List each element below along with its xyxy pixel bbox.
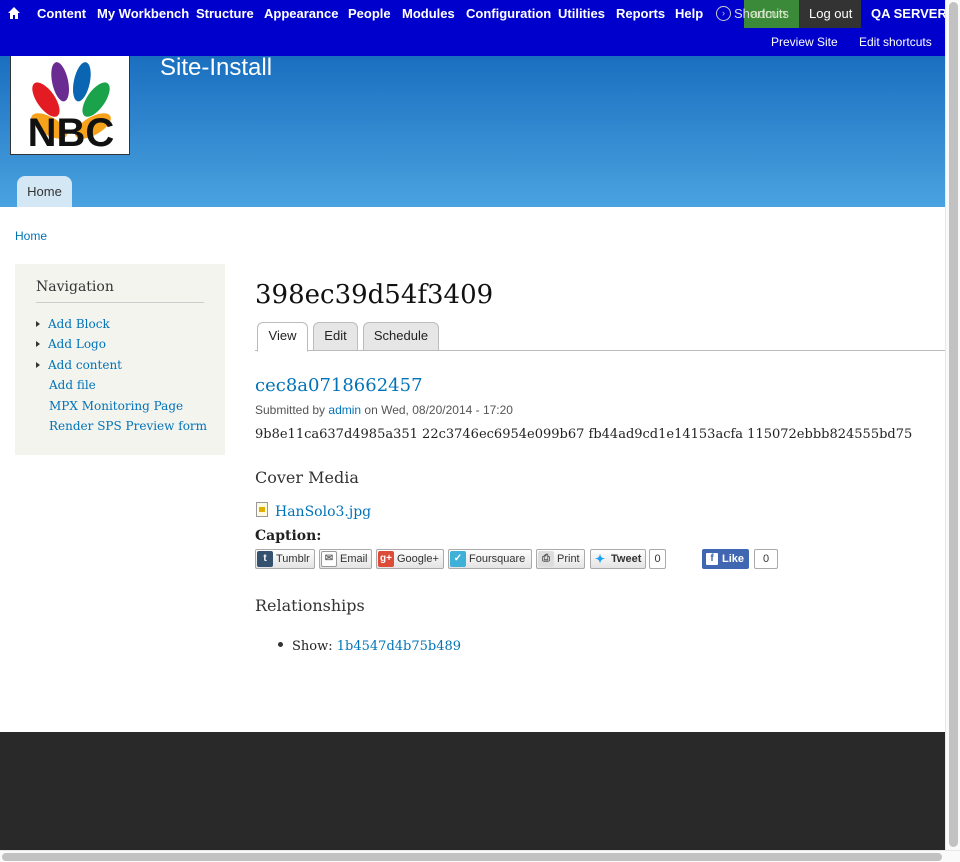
site-name[interactable]: Site-Install	[160, 54, 272, 82]
author-link[interactable]: admin	[328, 403, 361, 417]
horizontal-scrollbar-thumb[interactable]	[2, 853, 942, 861]
foursquare-icon: ✓	[450, 551, 466, 567]
file-link[interactable]: HanSolo3.jpg	[275, 504, 371, 520]
toolbar-content[interactable]: Content	[37, 0, 86, 28]
logout-link[interactable]: Log out	[809, 0, 852, 28]
toolbar-utilities[interactable]: Utilities	[558, 0, 605, 28]
toolbar-structure[interactable]: Structure	[196, 0, 254, 28]
site-logo[interactable]: NBC	[10, 56, 130, 155]
googleplus-icon: g+	[378, 551, 394, 567]
toolbar-admin-user[interactable]: admin	[751, 0, 786, 28]
nav-item-label[interactable]: MPX Monitoring Page	[49, 399, 183, 413]
tab-view[interactable]: View	[257, 322, 308, 352]
share-googleplus-button[interactable]: g+ Google+	[376, 549, 444, 569]
caption-label: Caption:	[255, 528, 322, 544]
image-file-icon	[256, 502, 268, 517]
email-icon: ✉	[321, 551, 337, 567]
shortcuts-bar: Preview Site Edit shortcuts	[0, 28, 960, 56]
toolbar-my-workbench[interactable]: My Workbench	[97, 0, 189, 28]
relationships-heading: Relationships	[255, 596, 365, 615]
page-footer	[0, 732, 945, 850]
nav-item-label[interactable]: Add file	[49, 378, 96, 392]
share-label: Foursquare	[469, 553, 526, 565]
share-label: Tweet	[611, 553, 642, 565]
vertical-scrollbar[interactable]	[945, 0, 960, 850]
relationship-label: Show:	[292, 639, 333, 654]
nav-item-label[interactable]: Add Block	[48, 317, 110, 331]
tumblr-icon: t	[257, 551, 273, 567]
site-header: NBC Site-Install Home	[0, 54, 945, 207]
home-icon[interactable]	[7, 6, 21, 20]
admin-toolbar: Content My Workbench Structure Appearanc…	[0, 0, 960, 56]
submitted-date: on Wed, 08/20/2014 - 17:20	[364, 403, 513, 417]
share-label: Tumblr	[276, 553, 310, 565]
cover-media-heading: Cover Media	[255, 468, 359, 487]
share-email-button[interactable]: ✉ Email	[319, 549, 372, 569]
toolbar-reports[interactable]: Reports	[616, 0, 665, 28]
toolbar-people[interactable]: People	[348, 0, 391, 28]
edit-shortcuts-link[interactable]: Edit shortcuts	[859, 28, 932, 56]
nav-item-add-logo[interactable]: Add Logo	[36, 337, 106, 355]
node-body: 9b8e11ca637d4985a351 22c3746ec6954e099b6…	[255, 427, 913, 442]
share-label: Google+	[397, 553, 439, 565]
share-label: Like	[722, 553, 745, 565]
tweet-count: 0	[649, 549, 666, 569]
node-title-link[interactable]: cec8a0718662457	[255, 375, 423, 396]
facebook-like-button[interactable]: f Like	[702, 549, 749, 569]
print-icon: ⎙	[538, 551, 554, 567]
like-count: 0	[754, 549, 778, 569]
toolbar-help[interactable]: Help	[675, 0, 703, 28]
share-print-button[interactable]: ⎙ Print	[536, 549, 585, 569]
sidebar-title: Navigation	[36, 279, 114, 295]
sidebar-divider	[36, 302, 204, 303]
tweet-button[interactable]: ✦ Tweet	[590, 549, 646, 569]
share-label: Print	[557, 553, 580, 565]
nbc-peacock-icon: NBC	[28, 62, 115, 155]
tab-schedule[interactable]: Schedule	[363, 322, 439, 351]
expand-arrow-icon	[36, 361, 40, 368]
toolbar-modules[interactable]: Modules	[402, 0, 455, 28]
relationship-link[interactable]: 1b4547d4b75b489	[337, 639, 461, 654]
twitter-bird-icon: ✦	[594, 552, 606, 566]
expand-arrow-icon	[36, 340, 40, 347]
horizontal-scrollbar[interactable]	[0, 850, 960, 862]
vertical-scrollbar-thumb[interactable]	[949, 2, 958, 847]
main-menu-home-tab[interactable]: Home	[17, 176, 72, 207]
nav-item-render-sps-preview[interactable]: Render SPS Preview form	[36, 419, 207, 437]
nav-item-add-file[interactable]: Add file	[36, 378, 96, 396]
submitted-info: Submitted by admin on Wed, 08/20/2014 - …	[255, 403, 513, 417]
nav-item-mpx-monitoring[interactable]: MPX Monitoring Page	[36, 399, 183, 417]
page-title: 398ec39d54f3409	[255, 280, 494, 310]
nav-item-add-content[interactable]: Add content	[36, 358, 122, 376]
submitted-prefix: Submitted by	[255, 403, 326, 417]
local-tasks-tabs: View Edit Schedule	[255, 322, 945, 352]
facebook-icon: f	[706, 553, 718, 565]
admin-toolbar-main: Content My Workbench Structure Appearanc…	[0, 0, 960, 28]
toolbar-appearance[interactable]: Appearance	[264, 0, 338, 28]
nav-item-label[interactable]: Add content	[48, 358, 122, 372]
share-foursquare-button[interactable]: ✓ Foursquare	[448, 549, 532, 569]
bullet-icon	[278, 642, 283, 647]
nav-item-label[interactable]: Add Logo	[48, 337, 106, 351]
logo-text: NBC	[28, 111, 115, 155]
server-label: QA SERVER	[871, 6, 947, 21]
toolbar-configuration[interactable]: Configuration	[466, 0, 551, 28]
nav-item-add-block[interactable]: Add Block	[36, 317, 110, 335]
nav-item-label[interactable]: Render SPS Preview form	[49, 419, 207, 433]
relationship-item: Show: 1b4547d4b75b489	[278, 639, 461, 654]
tab-edit[interactable]: Edit	[313, 322, 358, 351]
shortcuts-toggle-icon[interactable]: ›	[716, 6, 731, 21]
breadcrumb[interactable]: Home	[15, 229, 47, 243]
preview-site-link[interactable]: Preview Site	[771, 28, 838, 56]
share-tumblr-button[interactable]: t Tumblr	[255, 549, 315, 569]
share-label: Email	[340, 553, 368, 565]
expand-arrow-icon	[36, 320, 40, 327]
navigation-sidebar: Navigation Add Block Add Logo Add conten…	[15, 264, 225, 455]
